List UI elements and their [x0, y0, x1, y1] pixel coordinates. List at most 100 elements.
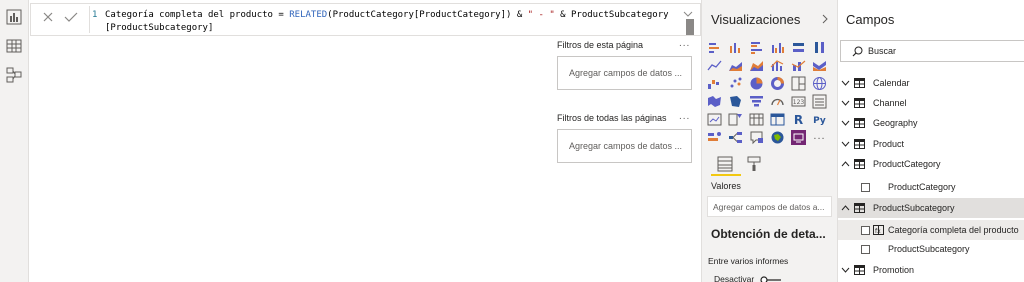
- table-label: ProductSubcategory: [873, 203, 955, 213]
- formula-text: [ProductSubcategory]: [105, 23, 214, 33]
- scatter-chart-icon[interactable]: [728, 76, 743, 91]
- line-stacked-column-icon[interactable]: [791, 58, 806, 73]
- collapse-chevron-icon[interactable]: [841, 160, 850, 168]
- field-label: ProductSubcategory: [888, 244, 970, 254]
- table-row[interactable]: Promotion: [838, 260, 1024, 280]
- table-row[interactable]: Calendar: [838, 73, 1024, 93]
- area-chart-icon[interactable]: [728, 58, 743, 73]
- custom-visual-selected-icon[interactable]: [791, 130, 806, 145]
- drillthrough-title: Obtención de deta...: [711, 227, 826, 241]
- fields-well-tab-icon[interactable]: [716, 155, 734, 173]
- page-filters-well[interactable]: Agregar campos de datos ...: [557, 56, 692, 90]
- report-canvas[interactable]: [29, 0, 548, 282]
- kpi-icon[interactable]: [707, 112, 722, 127]
- table-row[interactable]: Channel: [838, 93, 1024, 113]
- formula-string: " - ": [527, 10, 555, 20]
- r-letter: R: [794, 113, 803, 127]
- fields-title: Campos: [846, 12, 895, 27]
- svg-text:123: 123: [793, 99, 805, 106]
- field-checkbox[interactable]: [861, 226, 870, 235]
- more-visuals-icon[interactable]: ...: [812, 130, 827, 145]
- field-row[interactable]: ProductSubcategory: [838, 239, 1024, 259]
- format-paint-roller-icon[interactable]: [745, 155, 763, 173]
- expand-formula-chevron-icon[interactable]: [683, 10, 693, 18]
- expand-chevron-icon[interactable]: [841, 119, 850, 127]
- map-icon[interactable]: [812, 76, 827, 91]
- clustered-bar-chart-icon[interactable]: [749, 40, 764, 55]
- field-checkbox[interactable]: [861, 245, 870, 254]
- line-clustered-column-icon[interactable]: [770, 58, 785, 73]
- table-label: ProductCategory: [873, 159, 941, 169]
- all-pages-filters-more-icon[interactable]: ...: [679, 111, 690, 122]
- table-icon: [854, 139, 865, 149]
- line-number: 1: [92, 10, 98, 20]
- data-view-icon[interactable]: [5, 37, 23, 55]
- expand-chevron-icon[interactable]: [841, 266, 850, 274]
- field-label: Categoría completa del producto: [888, 225, 1019, 235]
- stacked-bar-chart-icon[interactable]: [707, 40, 722, 55]
- cross-report-toggle[interactable]: [760, 276, 782, 282]
- table-icon[interactable]: [749, 112, 764, 127]
- power-bi-desktop: 1 Categoría completa del producto = RELA…: [0, 0, 1024, 282]
- table-label: Calendar: [873, 78, 910, 88]
- 100-stacked-bar-icon[interactable]: [791, 40, 806, 55]
- 100-stacked-column-icon[interactable]: [812, 40, 827, 55]
- multi-row-card-icon[interactable]: [812, 94, 827, 109]
- field-checkbox[interactable]: [861, 183, 870, 192]
- py-letters: Py: [813, 116, 826, 126]
- cancel-formula-icon[interactable]: [41, 10, 55, 24]
- shape-map-icon[interactable]: [728, 94, 743, 109]
- donut-chart-icon[interactable]: [770, 76, 785, 91]
- table-label: Promotion: [873, 265, 915, 275]
- key-influencers-icon[interactable]: [707, 130, 722, 145]
- python-visual-icon[interactable]: Py: [812, 112, 827, 127]
- commit-formula-icon[interactable]: [63, 10, 79, 24]
- table-row-selected[interactable]: ProductSubcategory: [838, 198, 1024, 218]
- qa-visual-icon[interactable]: [749, 130, 764, 145]
- ribbon-chart-icon[interactable]: [812, 58, 827, 73]
- collapse-pane-chevron-icon[interactable]: [821, 14, 829, 24]
- values-label: Valores: [711, 181, 741, 191]
- matrix-icon[interactable]: [770, 112, 785, 127]
- treemap-icon[interactable]: [791, 76, 806, 91]
- field-row[interactable]: ProductCategory: [838, 177, 1024, 197]
- filled-map-icon[interactable]: [707, 94, 722, 109]
- line-chart-icon[interactable]: [707, 58, 722, 73]
- stacked-column-chart-icon[interactable]: [728, 40, 743, 55]
- formula-separator: [89, 6, 90, 33]
- calculated-column-icon: fx: [873, 225, 884, 235]
- report-view-icon[interactable]: [5, 8, 23, 26]
- table-icon: [854, 159, 865, 169]
- all-pages-filters-well[interactable]: Agregar campos de datos ...: [557, 129, 692, 163]
- stacked-area-chart-icon[interactable]: [749, 58, 764, 73]
- field-row-highlighted[interactable]: fx Categoría completa del producto: [838, 220, 1024, 240]
- fields-search-box[interactable]: [840, 40, 1024, 62]
- table-row[interactable]: Geography: [838, 113, 1024, 133]
- page-filters-heading: Filtros de esta página: [557, 40, 644, 50]
- dax-formula-bar[interactable]: 1 Categoría completa del producto = RELA…: [30, 3, 701, 36]
- slicer-icon[interactable]: [728, 112, 743, 127]
- formula-text: (ProductCategory[ProductCategory]) &: [327, 10, 528, 20]
- pie-chart-icon[interactable]: [749, 76, 764, 91]
- search-input[interactable]: [868, 44, 1018, 58]
- card-icon[interactable]: 123: [791, 94, 806, 109]
- table-row[interactable]: ProductCategory: [838, 154, 1024, 174]
- funnel-chart-icon[interactable]: [749, 94, 764, 109]
- arcgis-map-icon[interactable]: [770, 130, 785, 145]
- r-script-visual-icon[interactable]: R: [791, 112, 806, 127]
- page-filters-more-icon[interactable]: ...: [679, 38, 690, 49]
- formula-code[interactable]: Categoría completa del producto = RELATE…: [105, 9, 685, 35]
- formula-scrollbar[interactable]: [686, 19, 694, 35]
- expand-chevron-icon[interactable]: [841, 99, 850, 107]
- clustered-column-chart-icon[interactable]: [770, 40, 785, 55]
- values-well[interactable]: Agregar campos de datos a...: [707, 196, 832, 217]
- expand-chevron-icon[interactable]: [841, 79, 850, 87]
- svg-text:fx: fx: [875, 228, 881, 235]
- waterfall-chart-icon[interactable]: [707, 76, 722, 91]
- table-row[interactable]: Product: [838, 134, 1024, 154]
- model-view-icon[interactable]: [5, 66, 23, 84]
- collapse-chevron-icon[interactable]: [841, 204, 850, 212]
- decomposition-tree-icon[interactable]: [728, 130, 743, 145]
- expand-chevron-icon[interactable]: [841, 140, 850, 148]
- gauge-icon[interactable]: [770, 94, 785, 109]
